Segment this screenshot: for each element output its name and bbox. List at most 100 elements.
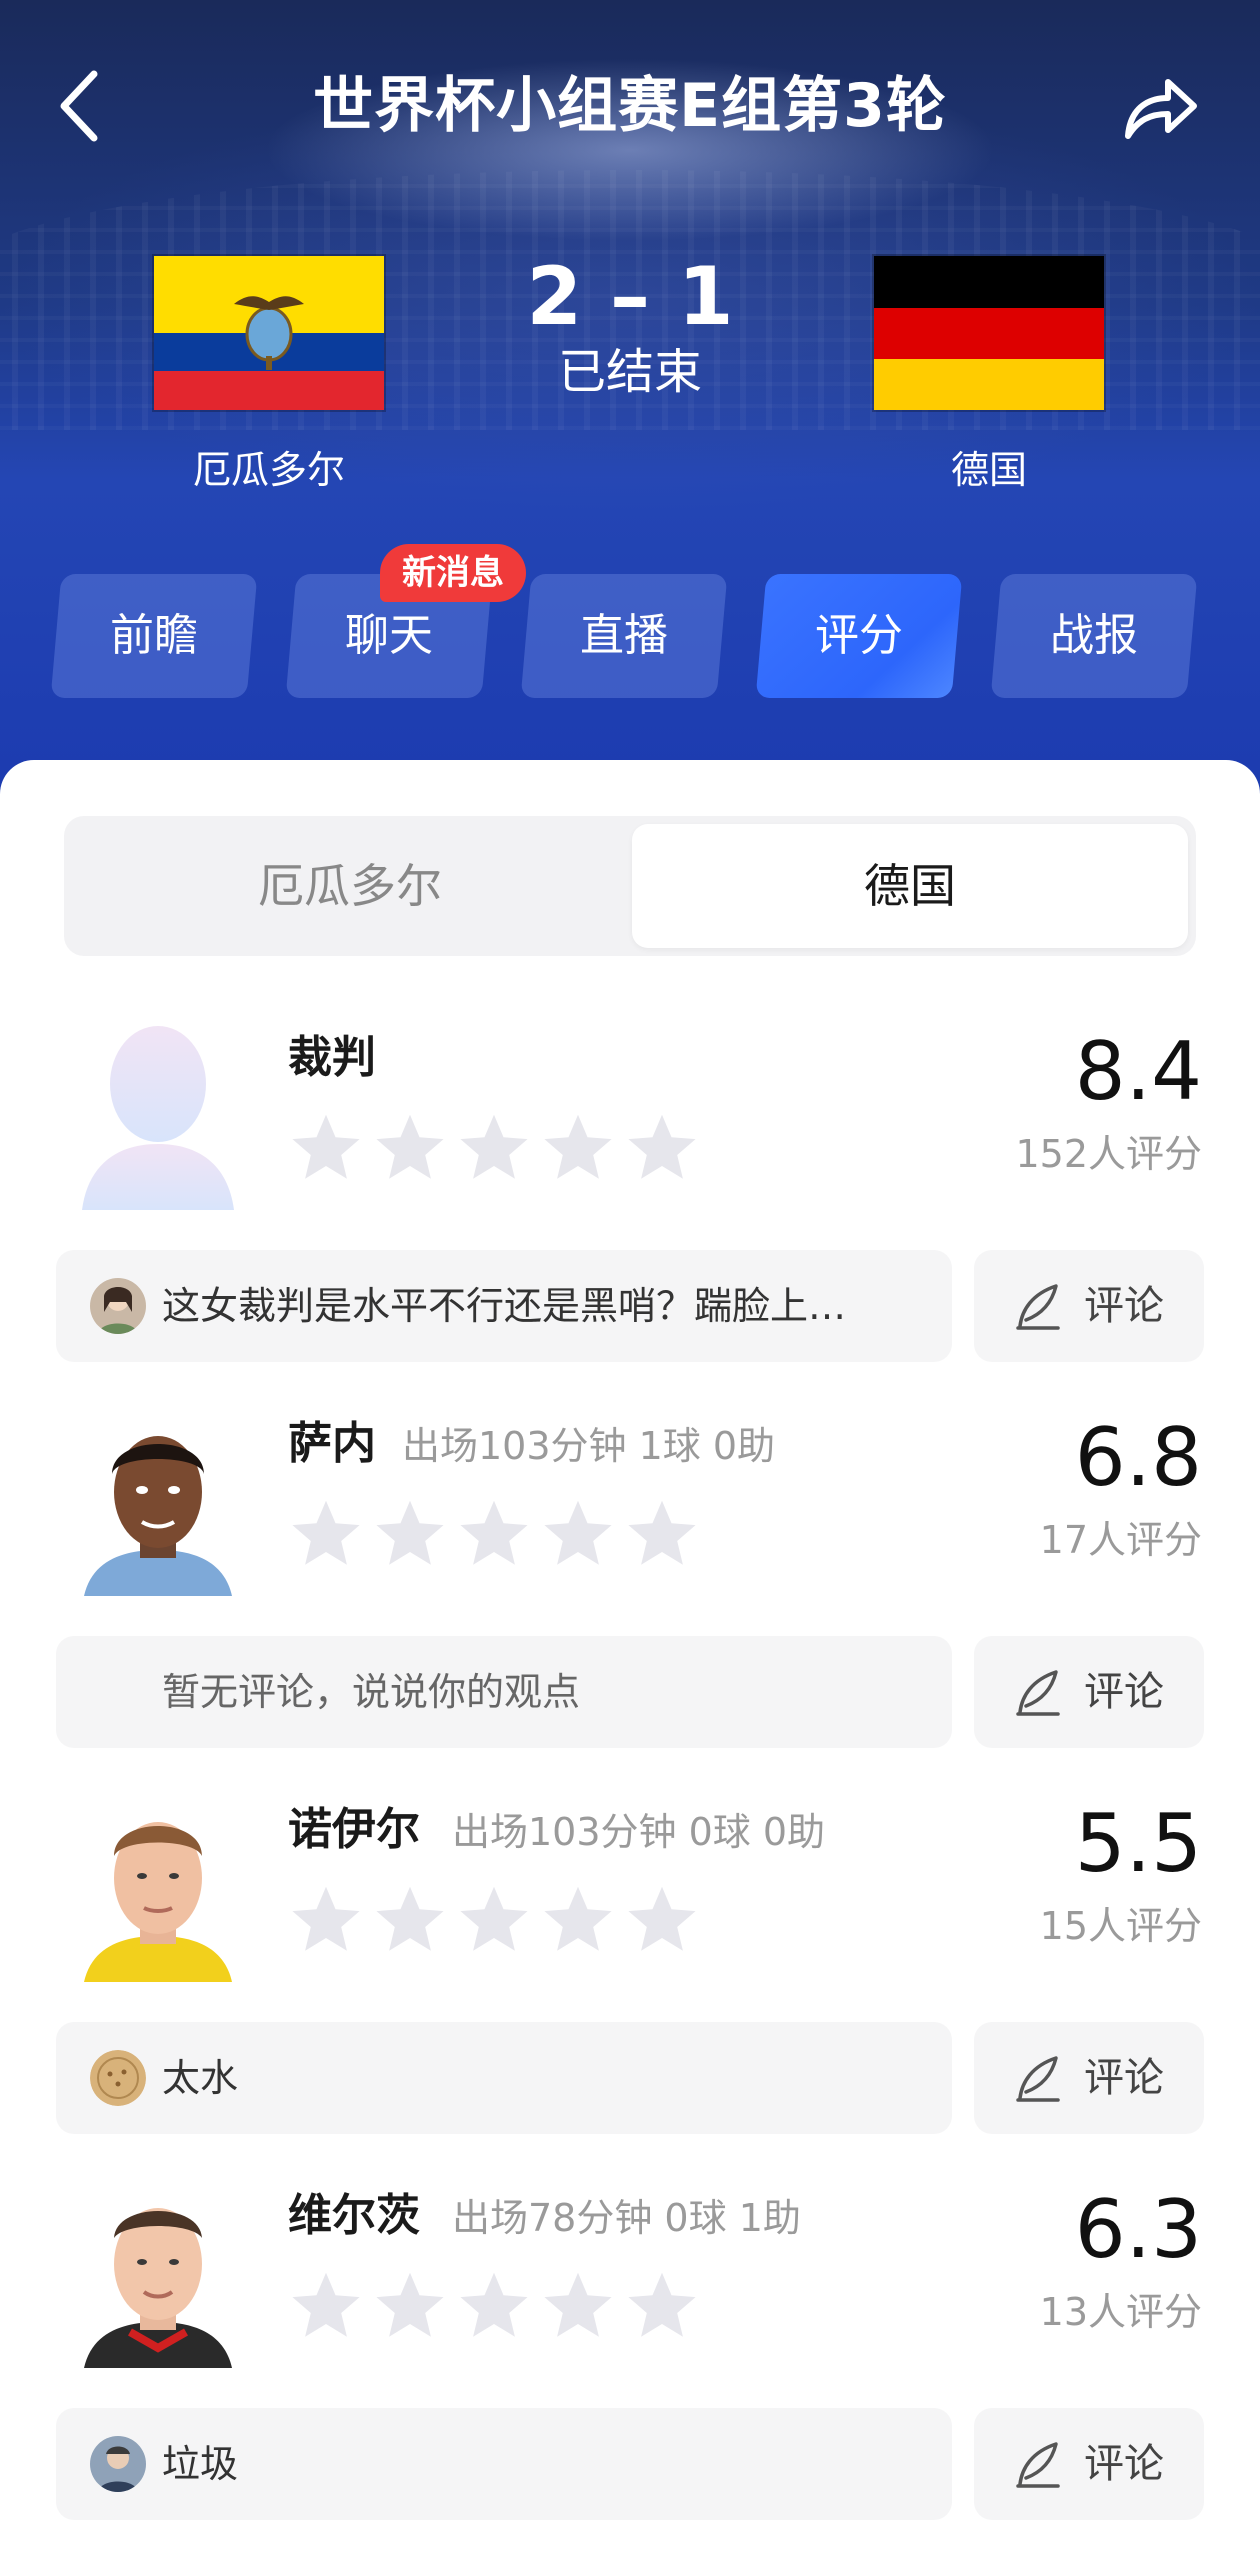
player-name: 诺伊尔 — [288, 1804, 420, 1855]
rating-count: 13人评分 — [1039, 2290, 1202, 2334]
rating-score: 8.4 — [1074, 1025, 1202, 1118]
comment-text: 太水 — [162, 2056, 239, 2100]
pen-icon — [1016, 2056, 1060, 2102]
star-rating[interactable] — [288, 1110, 708, 1194]
away-team-name: 德国 — [950, 448, 1027, 492]
player-name: 萨内 — [288, 1418, 376, 1469]
player-photo — [74, 1400, 242, 1596]
comment-button-label: 评论 — [1084, 1283, 1164, 1329]
star-icon[interactable] — [624, 2268, 700, 2344]
player-stats: 出场103分钟 1球 0助 — [402, 1424, 776, 1468]
comment-button-label: 评论 — [1084, 1669, 1164, 1715]
top-comment[interactable]: 太水 — [56, 2022, 952, 2134]
team-switch-ecuador[interactable]: 厄瓜多尔 — [72, 824, 628, 948]
star-icon[interactable] — [456, 2268, 532, 2344]
star-rating[interactable] — [288, 1496, 708, 1580]
star-icon[interactable] — [540, 1882, 616, 1958]
commenter-avatar — [90, 1278, 146, 1334]
star-icon[interactable] — [624, 1496, 700, 1572]
comment-button[interactable]: 评论 — [974, 2408, 1204, 2520]
team-switch: 厄瓜多尔 德国 — [64, 816, 1196, 956]
player-stats: 出场103分钟 0球 0助 — [452, 1810, 826, 1854]
match-score: 2 – 1 — [526, 250, 734, 343]
comment-button[interactable]: 评论 — [974, 2022, 1204, 2134]
star-icon[interactable] — [456, 1110, 532, 1186]
tab-preview[interactable]: 前瞻 — [50, 574, 258, 698]
player-photo — [74, 1786, 242, 1982]
pen-icon — [1016, 1670, 1060, 1716]
star-icon[interactable] — [288, 2268, 364, 2344]
list-item[interactable]: 裁判 8.4 152人评分 这女裁判是水平不行还是黑哨？踹脸上… 评论 — [0, 1014, 1260, 1400]
star-rating[interactable] — [288, 1882, 708, 1966]
match-header: 世界杯小组赛E组第3轮 2 – 1 已结束 厄瓜多尔 德国 前瞻 聊天 直播 评… — [0, 0, 1260, 800]
rating-count: 152人评分 — [1015, 1132, 1202, 1176]
comment-button[interactable]: 评论 — [974, 1250, 1204, 1362]
star-icon[interactable] — [372, 2268, 448, 2344]
player-photo-icon — [84, 2208, 232, 2368]
player-photo-icon — [84, 1822, 232, 1982]
ecuador-flag-icon — [154, 256, 384, 410]
tab-label: 评分 — [815, 610, 903, 661]
match-status: 已结束 — [557, 344, 702, 400]
share-arrow-icon — [1125, 79, 1197, 139]
comment-button[interactable]: 评论 — [974, 1636, 1204, 1748]
rating-score: 6.3 — [1074, 2183, 1202, 2276]
pen-icon — [1016, 2442, 1060, 2488]
comment-button-label: 评论 — [1084, 2055, 1164, 2101]
tab-rating[interactable]: 评分 — [755, 574, 963, 698]
list-item[interactable]: 维尔茨 出场78分钟 0球 1助 6.3 13人评分 垃圾 评论 — [0, 2172, 1260, 2558]
user-avatar-icon — [90, 2050, 146, 2106]
player-name: 裁判 — [288, 1032, 376, 1083]
star-icon[interactable] — [288, 1882, 364, 1958]
star-icon[interactable] — [372, 1882, 448, 1958]
star-icon[interactable] — [288, 1110, 364, 1186]
star-icon[interactable] — [456, 1496, 532, 1572]
home-team-name: 厄瓜多尔 — [192, 448, 345, 492]
germany-flag-icon — [874, 256, 1104, 410]
commenter-avatar — [90, 2436, 146, 2492]
share-button[interactable] — [1118, 66, 1202, 150]
player-photo-icon — [84, 1436, 232, 1596]
rating-score: 5.5 — [1074, 1797, 1202, 1890]
tab-label: 前瞻 — [110, 610, 198, 661]
top-comment[interactable]: 垃圾 — [56, 2408, 952, 2520]
star-icon[interactable] — [372, 1110, 448, 1186]
germany-flag — [872, 254, 1106, 412]
star-rating[interactable] — [288, 2268, 708, 2352]
tab-live[interactable]: 直播 — [520, 574, 728, 698]
tab-report[interactable]: 战报 — [990, 574, 1198, 698]
pen-icon — [1016, 1284, 1060, 1330]
chevron-left-icon — [60, 70, 98, 142]
top-comment[interactable]: 这女裁判是水平不行还是黑哨？踹脸上… — [56, 1250, 952, 1362]
user-avatar-icon — [90, 1278, 146, 1334]
comment-text: 这女裁判是水平不行还是黑哨？踹脸上… — [162, 1284, 847, 1328]
star-icon[interactable] — [372, 1496, 448, 1572]
player-name: 维尔茨 — [288, 2190, 420, 2241]
comment-placeholder: 暂无评论，说说你的观点 — [162, 1670, 581, 1714]
new-message-badge: 新消息 — [380, 544, 526, 602]
avatar — [74, 1014, 242, 1210]
rating-card: 厄瓜多尔 德国 裁判 8.4 152人评分 这女裁判是水平不行还是黑哨？踹脸上…… — [0, 760, 1260, 2520]
comment-text: 垃圾 — [162, 2442, 239, 2486]
player-stats: 出场78分钟 0球 1助 — [452, 2196, 801, 2240]
star-icon[interactable] — [624, 1882, 700, 1958]
tab-label: 直播 — [580, 610, 668, 661]
star-icon[interactable] — [624, 1110, 700, 1186]
list-item[interactable]: 萨内 出场103分钟 1球 0助 6.8 17人评分 暂无评论，说说你的观点 评… — [0, 1400, 1260, 1786]
tab-label: 战报 — [1050, 610, 1138, 661]
star-icon[interactable] — [540, 2268, 616, 2344]
star-icon[interactable] — [288, 1496, 364, 1572]
star-icon[interactable] — [540, 1496, 616, 1572]
team-switch-germany[interactable]: 德国 — [632, 824, 1188, 948]
top-comment[interactable]: 暂无评论，说说你的观点 — [56, 1636, 952, 1748]
comment-button-label: 评论 — [1084, 2441, 1164, 2487]
star-icon[interactable] — [456, 1882, 532, 1958]
player-photo — [74, 2172, 242, 2368]
rating-count: 15人评分 — [1039, 1904, 1202, 1948]
page-title: 世界杯小组赛E组第3轮 — [313, 71, 947, 141]
star-icon[interactable] — [540, 1110, 616, 1186]
ecuador-flag — [152, 254, 386, 412]
back-button[interactable] — [54, 66, 106, 146]
rating-score: 6.8 — [1074, 1411, 1202, 1504]
list-item[interactable]: 诺伊尔 出场103分钟 0球 0助 5.5 15人评分 太水 评论 — [0, 1786, 1260, 2172]
